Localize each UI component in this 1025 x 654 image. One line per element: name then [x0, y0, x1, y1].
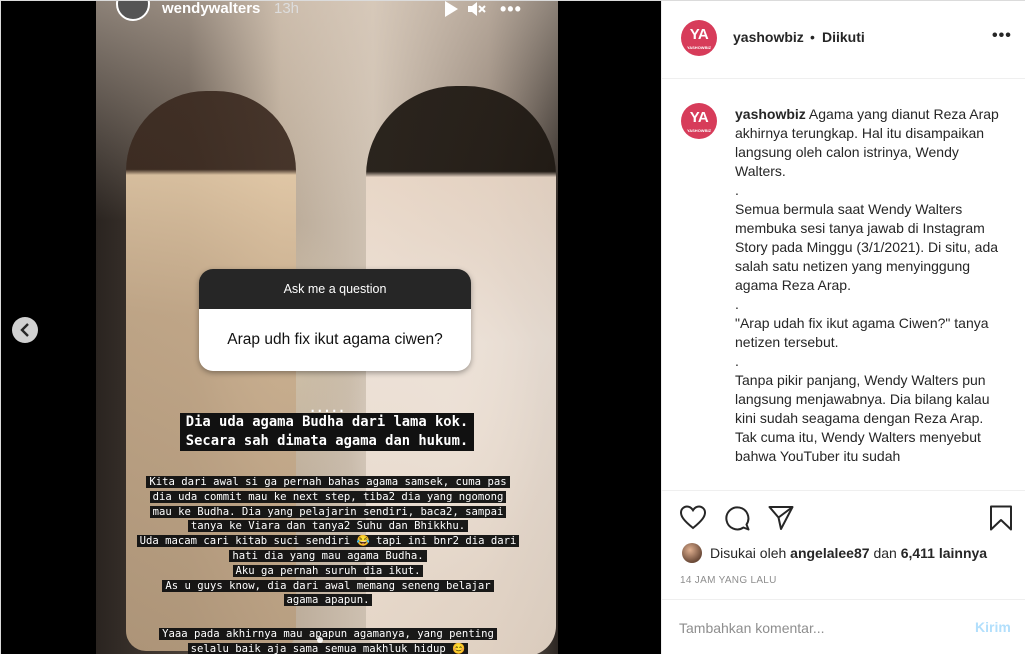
- instagram-post-modal: wendywalters 13h ••• Ask me a question A…: [0, 0, 1025, 654]
- answer-closing-line: selalu baik aja sama semua makhluk hidup…: [187, 642, 469, 654]
- answer-dots: .....: [308, 401, 346, 415]
- caption-username-link[interactable]: yashowbiz: [735, 106, 806, 122]
- follow-status-button[interactable]: Diikuti: [822, 29, 865, 45]
- comment-input[interactable]: [679, 618, 949, 638]
- heart-icon[interactable]: [680, 505, 706, 531]
- likes-prefix: Disukai oleh: [710, 545, 787, 561]
- avatar-logo-text: YA: [689, 26, 709, 43]
- liker-username-link[interactable]: angelalee87: [790, 545, 869, 561]
- answer-body-line: Kita dari awal si ga pernah bahas agama …: [146, 476, 510, 488]
- answer-closing: Yaaa pada akhirnya mau apapun agamanya, …: [126, 627, 530, 654]
- avatar-logo-subtext: YASHOWBIZ: [686, 128, 712, 133]
- story-avatar: [116, 1, 150, 21]
- send-icon[interactable]: [768, 505, 794, 531]
- post-actions: Disukai oleh angelalee87 dan 6,411 lainn…: [662, 490, 1025, 598]
- answer-line: Secara sah dimata agama dan hukum.: [179, 432, 475, 451]
- question-sticker-text: Arap udh fix ikut agama ciwen?: [199, 309, 471, 371]
- answer-body-line: hati dia yang mau agama Budha.: [229, 549, 427, 562]
- question-sticker: Ask me a question Arap udh fix ikut agam…: [199, 269, 471, 371]
- comment-icon[interactable]: [724, 505, 750, 531]
- post-comment-button[interactable]: Kirim: [975, 619, 1011, 635]
- previous-media-button[interactable]: [12, 317, 38, 343]
- play-icon: [445, 1, 458, 17]
- answer-line: Dia uda agama Budha dari lama kok.: [179, 413, 475, 432]
- mute-icon: [468, 2, 486, 16]
- story-time: 13h: [274, 1, 300, 17]
- story-screenshot-image: wendywalters 13h ••• Ask me a question A…: [96, 1, 558, 654]
- answer-body: Kita dari awal si ga pernah bahas agama …: [126, 475, 530, 608]
- media-carousel-indicator: [317, 637, 323, 643]
- caption-paragraph: "Arap udah fix ikut agama Ciwen?" tanya …: [735, 315, 989, 350]
- caption-paragraph: .: [735, 182, 739, 198]
- post-timestamp[interactable]: 14 JAM YANG LALU: [680, 575, 777, 586]
- caption-paragraph: Semua bermula saat Wendy Walters membuka…: [735, 201, 999, 293]
- answer-body-line: mau ke Budha. Dia yang pelajarin sendiri…: [149, 505, 507, 518]
- author-username-link[interactable]: yashowbiz: [733, 29, 804, 45]
- caption-paragraph: .: [735, 296, 739, 312]
- caption-author-avatar[interactable]: YA YASHOWBIZ: [681, 103, 717, 139]
- story-header: wendywalters 13h •••: [96, 1, 558, 23]
- post-caption: yashowbiz Agama yang dianut Reza Arap ak…: [735, 105, 1005, 466]
- author-avatar[interactable]: YA YASHOWBIZ: [681, 20, 717, 56]
- post-header: YA YASHOWBIZ yashowbiz • Diikuti •••: [662, 1, 1025, 79]
- likes-connector: dan: [873, 545, 897, 561]
- chevron-left-icon: [20, 323, 29, 337]
- caption-paragraph: Tanpa pikir panjang, Wendy Walters pun l…: [735, 372, 990, 464]
- caption-paragraph: .: [735, 353, 739, 369]
- more-horizontal-icon[interactable]: •••: [992, 27, 1012, 45]
- bookmark-icon[interactable]: [988, 505, 1014, 531]
- liker-avatar[interactable]: [682, 543, 702, 563]
- likes-text: Disukai oleh angelalee87 dan 6,411 lainn…: [710, 545, 987, 561]
- answer-body-line: dia uda commit mau ke next step, tiba2 d…: [149, 490, 507, 503]
- comments-scroll-area[interactable]: YA YASHOWBIZ yashowbiz Agama yang dianut…: [662, 80, 1025, 490]
- likes-others-link[interactable]: 6,411 lainnya: [901, 545, 987, 561]
- answer-body-line: tanya ke Viara dan tanya2 Suhu dan Bhikk…: [187, 520, 469, 533]
- post-media: wendywalters 13h ••• Ask me a question A…: [1, 1, 661, 654]
- answer-body-line: Uda macam cari kitab suci sendiri 😂 tapi…: [136, 535, 520, 548]
- add-comment-bar: Kirim: [662, 599, 1025, 654]
- avatar-logo-text: YA: [689, 109, 709, 126]
- question-sticker-title: Ask me a question: [199, 269, 471, 309]
- more-dots-icon: •••: [500, 1, 522, 19]
- answer-body-line: Aku ga pernah suruh dia ikut.: [232, 564, 424, 577]
- header-separator: •: [810, 29, 815, 45]
- post-side-panel: YA YASHOWBIZ yashowbiz • Diikuti ••• YA …: [661, 1, 1025, 654]
- answer-closing-line: Yaaa pada akhirnya mau apapun agamanya, …: [159, 628, 497, 640]
- answer-body-line: As u guys know, dia dari awal memang sen…: [162, 579, 494, 592]
- answer-body-line: agama apapun.: [283, 594, 373, 607]
- avatar-logo-subtext: YASHOWBIZ: [686, 45, 712, 50]
- story-username: wendywalters: [162, 1, 261, 17]
- answer-headline: ..... Dia uda agama Budha dari lama kok.…: [162, 401, 492, 451]
